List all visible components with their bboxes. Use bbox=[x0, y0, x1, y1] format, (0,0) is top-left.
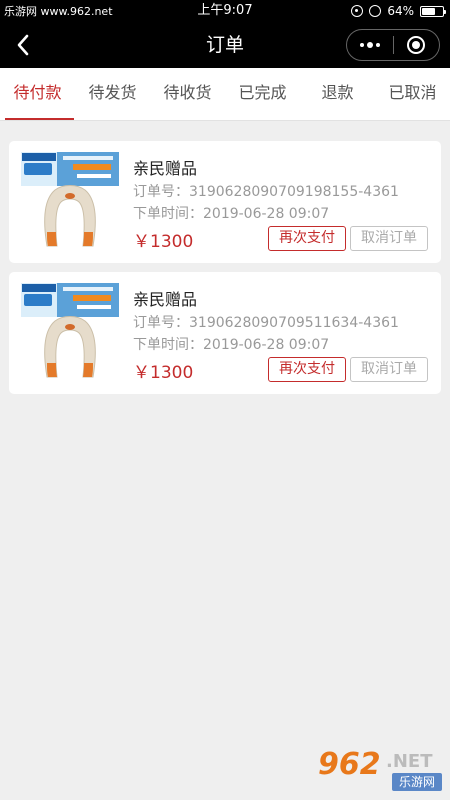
status-bar: 乐游网 www.962.net 上午9:07 64% bbox=[0, 0, 450, 22]
close-miniprogram-button[interactable] bbox=[394, 30, 440, 60]
order-time: 下单时间：2019-06-28 09:07 bbox=[133, 203, 329, 223]
order-time-label: 下单时间： bbox=[133, 337, 203, 353]
alarm-icon bbox=[369, 5, 382, 17]
tab-3[interactable]: 已完成 bbox=[225, 68, 300, 120]
order-time-label: 下单时间： bbox=[133, 206, 203, 222]
site-logo: 962 .NET 乐游网 bbox=[310, 747, 444, 795]
battery-percent: 64% bbox=[387, 4, 414, 18]
order-list: 亲民赠品 订单号：3190628090709198155-4361 下单时间：2… bbox=[9, 141, 441, 403]
order-price: ￥1300 bbox=[133, 363, 194, 383]
tab-0[interactable]: 待付款 bbox=[0, 68, 75, 120]
nav-bar: 订单 bbox=[0, 22, 450, 68]
order-number-label: 订单号： bbox=[133, 315, 189, 331]
logo-name: 乐游网 bbox=[392, 773, 442, 791]
tabs-divider bbox=[0, 120, 450, 121]
miniprogram-capsule bbox=[346, 29, 440, 61]
order-number-label: 订单号： bbox=[133, 184, 189, 200]
tab-5[interactable]: 已取消 bbox=[375, 68, 450, 120]
status-icons: 64% bbox=[351, 0, 446, 22]
order-time-value: 2019-06-28 09:07 bbox=[203, 206, 330, 222]
more-button[interactable] bbox=[347, 30, 393, 60]
tab-label: 已取消 bbox=[388, 83, 437, 102]
product-thumbnail bbox=[21, 152, 119, 250]
battery-fill bbox=[422, 7, 435, 15]
product-title: 亲民赠品 bbox=[133, 290, 198, 309]
order-card[interactable]: 亲民赠品 订单号：3190628090709198155-4361 下单时间：2… bbox=[9, 141, 441, 263]
pay-again-button[interactable]: 再次支付 bbox=[268, 357, 346, 382]
battery-icon bbox=[420, 5, 446, 17]
product-thumbnail bbox=[21, 283, 119, 381]
tab-label: 待发货 bbox=[88, 83, 137, 102]
more-dots-icon bbox=[359, 42, 380, 48]
order-price: ￥1300 bbox=[133, 232, 194, 252]
cancel-order-button[interactable]: 取消订单 bbox=[350, 226, 428, 251]
rotation-lock-icon bbox=[351, 5, 364, 17]
order-number: 订单号：3190628090709511634-4361 bbox=[133, 312, 399, 332]
cancel-order-button[interactable]: 取消订单 bbox=[350, 357, 428, 382]
tab-label: 待收货 bbox=[163, 83, 212, 102]
order-number-value: 3190628090709511634-4361 bbox=[189, 315, 399, 331]
order-number-value: 3190628090709198155-4361 bbox=[189, 184, 399, 200]
tab-label: 已完成 bbox=[238, 83, 287, 102]
target-icon bbox=[407, 36, 426, 54]
tab-label: 退款 bbox=[321, 83, 354, 102]
logo-suffix: .NET bbox=[386, 751, 433, 772]
tab-1[interactable]: 待发货 bbox=[75, 68, 150, 120]
tab-2[interactable]: 待收货 bbox=[150, 68, 225, 120]
tab-label: 待付款 bbox=[13, 83, 62, 102]
order-number: 订单号：3190628090709198155-4361 bbox=[133, 181, 399, 201]
tab-4[interactable]: 退款 bbox=[300, 68, 375, 120]
pay-again-button[interactable]: 再次支付 bbox=[268, 226, 346, 251]
order-status-tabs: 待付款 待发货 待收货 已完成 退款 已取消 bbox=[0, 68, 450, 120]
product-title: 亲民赠品 bbox=[133, 159, 198, 178]
order-time: 下单时间：2019-06-28 09:07 bbox=[133, 334, 329, 354]
order-time-value: 2019-06-28 09:07 bbox=[203, 337, 330, 353]
logo-number: 962 bbox=[318, 747, 381, 782]
order-card[interactable]: 亲民赠品 订单号：3190628090709511634-4361 下单时间：2… bbox=[9, 272, 441, 394]
